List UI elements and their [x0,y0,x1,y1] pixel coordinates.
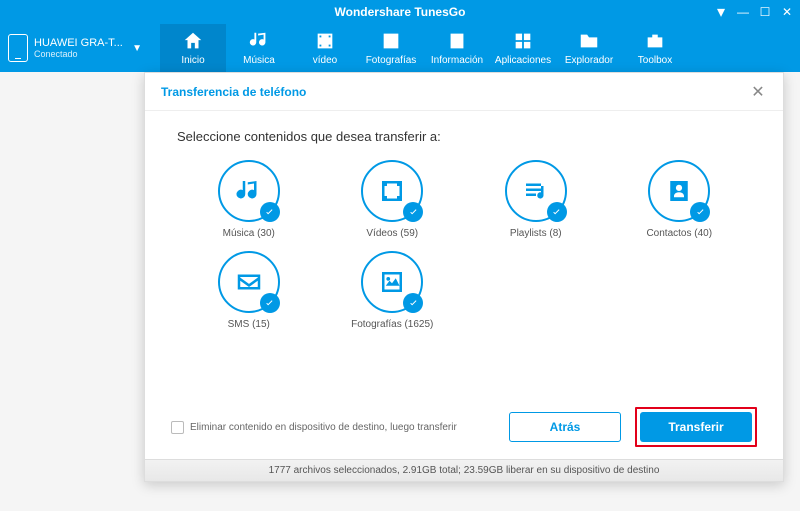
tab-label: Toolbox [638,55,672,66]
tab-home[interactable]: Inicio [160,24,226,72]
tab-photos[interactable]: Fotografías [358,24,424,72]
check-icon [403,202,423,222]
content-label: Contactos (40) [646,228,712,239]
content-label: Vídeos (59) [366,228,418,239]
sms-circle [218,251,280,313]
tab-label: Explorador [565,55,613,66]
apps-icon [512,30,534,52]
content-item-sms[interactable]: SMS (15) [177,251,321,330]
chevron-down-icon: ▼ [132,43,142,54]
dialog-header: Transferencia de teléfono ✕ [145,73,783,111]
content-item-photos[interactable]: Fotografías (1625) [321,251,465,330]
window-controls: ▾ — ☐ ✕ [714,0,794,24]
toolbox-icon [644,30,666,52]
tab-apps[interactable]: Aplicaciones [490,24,556,72]
tab-music[interactable]: Música [226,24,292,72]
close-app-button[interactable]: ✕ [780,5,794,19]
device-info: HUAWEI GRA-T... Conectado [34,37,126,59]
content-label: SMS (15) [228,319,270,330]
photo-icon [380,30,402,52]
back-button[interactable]: Atrás [509,412,621,442]
maximize-button[interactable]: ☐ [758,5,772,19]
content-grid: Música (30) Vídeos (59) Playlists (8) [177,160,751,330]
content-item-videos[interactable]: Vídeos (59) [321,160,465,239]
transfer-button[interactable]: Transferir [640,412,752,442]
envelope-icon [234,267,264,297]
app-title: Wondershare TunesGo [335,5,466,19]
content-label: Playlists (8) [510,228,562,239]
dialog-heading: Seleccione contenidos que desea transfer… [177,129,751,144]
dialog-body: Seleccione contenidos que desea transfer… [145,111,783,397]
close-icon[interactable]: ✕ [749,83,767,101]
content-item-playlists[interactable]: Playlists (8) [464,160,608,239]
transfer-dialog: Transferencia de teléfono ✕ Seleccione c… [144,72,784,482]
check-icon [547,202,567,222]
tab-label: Fotografías [366,55,417,66]
video-icon [314,30,336,52]
device-status: Conectado [34,49,126,59]
status-text: 1777 archivos seleccionados, 2.91GB tota… [269,465,660,476]
dialog-footer: Eliminar contenido en dispositivo de des… [145,397,783,459]
device-name: HUAWEI GRA-T... [34,37,126,49]
checkbox[interactable] [171,421,184,434]
dropdown-arrow-icon[interactable]: ▾ [714,5,728,19]
photos-circle [361,251,423,313]
music-icon [234,176,264,206]
toolbar: HUAWEI GRA-T... Conectado ▼ Inicio Músic… [0,24,800,72]
music-circle [218,160,280,222]
content-label: Fotografías (1625) [351,319,433,330]
content-item-music[interactable]: Música (30) [177,160,321,239]
check-icon [260,202,280,222]
status-bar: 1777 archivos seleccionados, 2.91GB tota… [145,459,783,481]
dialog-title: Transferencia de teléfono [161,85,306,99]
delete-option[interactable]: Eliminar contenido en dispositivo de des… [171,421,457,434]
tab-toolbox[interactable]: Toolbox [622,24,688,72]
check-icon [690,202,710,222]
video-icon [377,176,407,206]
highlight-annotation: Transferir [635,407,757,447]
contacts-icon [664,176,694,206]
tab-video[interactable]: vídeo [292,24,358,72]
content-label: Música (30) [223,228,275,239]
footer-buttons: Atrás Transferir [509,407,757,447]
titlebar: Wondershare TunesGo ▾ — ☐ ✕ [0,0,800,24]
home-icon [182,30,204,52]
main-tabs: Inicio Música vídeo Fotografías Informac… [160,24,688,72]
playlist-circle [505,160,567,222]
tab-label: Información [431,55,483,66]
minimize-button[interactable]: — [736,5,750,19]
image-icon [377,267,407,297]
content-item-contacts[interactable]: Contactos (40) [608,160,752,239]
playlist-icon [521,176,551,206]
tab-label: Inicio [181,55,204,66]
tab-info[interactable]: Información [424,24,490,72]
delete-option-label: Eliminar contenido en dispositivo de des… [190,422,457,433]
tab-label: vídeo [313,55,337,66]
check-icon [403,293,423,313]
tab-label: Aplicaciones [495,55,551,66]
device-selector[interactable]: HUAWEI GRA-T... Conectado ▼ [0,24,150,72]
tab-explorer[interactable]: Explorador [556,24,622,72]
music-icon [248,30,270,52]
video-circle [361,160,423,222]
contacts-circle [648,160,710,222]
phone-icon [8,34,28,62]
tab-label: Música [243,55,275,66]
check-icon [260,293,280,313]
folder-icon [578,30,600,52]
contacts-icon [446,30,468,52]
